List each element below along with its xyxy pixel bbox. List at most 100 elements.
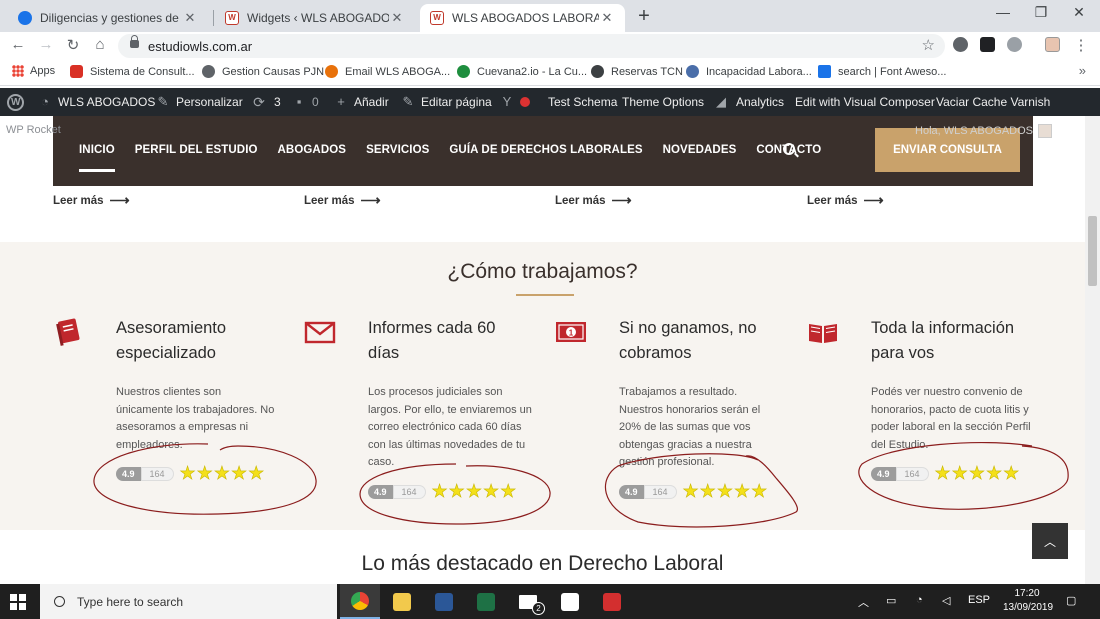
admin-theme-options-link[interactable]: Theme Options	[622, 88, 704, 116]
site-header-nav: INICIO PERFIL DEL ESTUDIO ABOGADOS SERVI…	[53, 116, 1033, 186]
close-icon[interactable]: ✕	[599, 10, 615, 26]
admin-seo-link[interactable]: Y	[500, 88, 538, 116]
extension-gear-icon[interactable]	[953, 37, 968, 52]
tab-diligencias[interactable]: Diligencias y gestiones de socied ✕	[8, 4, 208, 32]
read-more-link[interactable]: Leer más ⟶	[555, 192, 632, 209]
bookmark-label: search | Font Aweso...	[838, 65, 947, 78]
back-icon[interactable]: ←	[9, 36, 27, 53]
close-icon[interactable]: ✕	[182, 10, 198, 26]
nav-abogados[interactable]: ABOGADOS	[278, 144, 347, 156]
wls-logo-icon: W	[225, 11, 239, 25]
nav-guia[interactable]: GUÍA DE DERECHOS LABORALES	[449, 144, 642, 156]
feature-title-line: Toda la información	[871, 319, 1015, 337]
dashboard-icon: ◔	[41, 94, 49, 109]
bookmark-incapacidad[interactable]: Incapacidad Labora...	[686, 65, 812, 78]
bookmark-icon	[202, 65, 215, 78]
taskbar-excel[interactable]	[466, 584, 506, 619]
taskbar-store[interactable]	[550, 584, 590, 619]
nav-perfil[interactable]: PERFIL DEL ESTUDIO	[135, 144, 258, 156]
reload-icon[interactable]: ↻	[64, 36, 82, 54]
extension-speed-icon[interactable]	[1007, 37, 1022, 52]
excel-icon	[477, 592, 495, 611]
page-scrollbar[interactable]	[1085, 116, 1100, 584]
maximize-button[interactable]: ❐	[1031, 4, 1051, 21]
lock-icon	[130, 35, 139, 48]
bookmark-gestion[interactable]: Gestion Causas PJN	[202, 65, 324, 78]
admin-customize-link[interactable]: ✎ Personalizar	[156, 88, 243, 116]
bookmark-email[interactable]: Email WLS ABOGA...	[325, 65, 450, 78]
admin-edit-page-link[interactable]: ✎ Editar página	[401, 88, 492, 116]
featured-section-title: Lo más destacado en Derecho Laboral	[361, 552, 724, 575]
admin-account-menu[interactable]: Hola, WLS ABOGADOS	[915, 124, 1052, 138]
taskbar-clock[interactable]: 17:20 13/09/2019	[1003, 587, 1053, 615]
new-tab-button[interactable]: +	[634, 5, 654, 28]
admin-analytics-link[interactable]: ◢ Analytics	[712, 88, 784, 116]
window-close-button[interactable]: ✕	[1069, 4, 1089, 21]
taskbar-mail[interactable]: 2	[508, 584, 548, 619]
battery-icon[interactable]: ▭	[886, 594, 896, 607]
url-text: estudiowls.com.ar	[148, 39, 253, 54]
scroll-to-top-button[interactable]: ︿	[1032, 523, 1068, 559]
taskbar-app-red[interactable]	[592, 584, 632, 619]
page-viewport: INICIO PERFIL DEL ESTUDIO ABOGADOS SERVI…	[0, 116, 1100, 584]
nav-novedades[interactable]: NOVEDADES	[663, 144, 737, 156]
notifications-icon[interactable]: ▢	[1066, 594, 1076, 607]
bookmark-star-icon[interactable]: ☆	[922, 36, 935, 54]
search-icon[interactable]	[783, 143, 795, 155]
browser-menu-icon[interactable]: ⋮	[1072, 36, 1090, 54]
tray-chevron-icon[interactable]: ︿	[858, 594, 869, 610]
tab-wls-laborales[interactable]: W WLS ABOGADOS LABORALES - R ✕	[420, 4, 625, 32]
bookmark-label: Reservas TCN	[611, 65, 683, 78]
minimize-button[interactable]: —	[993, 4, 1013, 20]
wp-rocket-menu[interactable]: WP Rocket	[6, 124, 61, 136]
admin-varnish-label: Vaciar Cache Varnish	[936, 95, 1051, 109]
taskbar-chrome[interactable]	[340, 584, 380, 619]
nav-servicios[interactable]: SERVICIOS	[366, 144, 429, 156]
updates-count: 3	[274, 95, 281, 109]
profile-avatar[interactable]	[1045, 37, 1060, 52]
admin-site-link[interactable]: ◔ WLS ABOGADOS	[38, 88, 155, 116]
home-icon[interactable]: ⌂	[91, 36, 109, 53]
admin-comments-link[interactable]: ▪ 0	[292, 88, 319, 116]
read-more-link[interactable]: Leer más ⟶	[53, 192, 130, 209]
wordpress-icon	[7, 93, 24, 111]
pencil-icon: ✎	[402, 94, 414, 109]
bookmark-apps[interactable]: Apps	[12, 65, 55, 77]
admin-theme-options-label: Theme Options	[622, 95, 705, 109]
taskbar-explorer[interactable]	[382, 584, 422, 619]
admin-test-schema-link[interactable]: Test Schema	[548, 88, 617, 116]
flag-icon	[818, 65, 831, 78]
language-indicator[interactable]: ESP	[968, 594, 990, 606]
taskbar-search-input[interactable]: Type here to search	[40, 584, 337, 619]
taskbar-word[interactable]	[424, 584, 464, 619]
admin-updates-link[interactable]: ⟳ 3	[250, 88, 281, 116]
close-icon[interactable]: ✕	[389, 10, 405, 26]
bookmark-sistema[interactable]: Sistema de Consult...	[70, 65, 195, 78]
read-more-label: Leer más	[304, 194, 355, 207]
read-more-label: Leer más	[555, 194, 606, 207]
wifi-icon[interactable]: ◔	[916, 594, 923, 606]
admin-visual-composer-link[interactable]: Edit with Visual Composer	[795, 88, 935, 116]
admin-add-new-link[interactable]: + Añadir	[334, 88, 388, 116]
url-field[interactable]: estudiowls.com.ar ☆	[118, 34, 945, 58]
read-more-link[interactable]: Leer más ⟶	[807, 192, 884, 209]
scrollbar-thumb[interactable]	[1088, 216, 1097, 286]
feature-title-line: Asesoramiento	[116, 319, 227, 337]
wls-logo-icon: W	[430, 11, 444, 25]
bookmark-reservas[interactable]: Reservas TCN	[591, 65, 683, 78]
admin-varnish-link[interactable]: Vaciar Cache Varnish	[936, 88, 1050, 116]
windows-start-icon[interactable]	[10, 594, 26, 610]
tab-widgets[interactable]: W Widgets ‹ WLS ABOGADOS — W ✕	[215, 4, 415, 32]
bookmark-fontawesome[interactable]: search | Font Aweso...	[818, 65, 946, 78]
read-more-link[interactable]: Leer más ⟶	[304, 192, 381, 209]
extension-flow-icon[interactable]	[980, 37, 995, 52]
bookmark-cuevana[interactable]: Cuevana2.io - La Cu...	[457, 65, 587, 78]
volume-icon[interactable]: ◁	[942, 594, 950, 607]
bookmarks-overflow-button[interactable]: »	[1079, 63, 1086, 78]
forward-icon[interactable]: →	[37, 36, 55, 53]
wp-logo-menu[interactable]	[7, 88, 24, 116]
nav-inicio[interactable]: INICIO	[79, 144, 115, 172]
search-placeholder: Type here to search	[77, 594, 184, 609]
feature-title-line: días	[368, 344, 400, 362]
bookmark-icon	[686, 65, 699, 78]
